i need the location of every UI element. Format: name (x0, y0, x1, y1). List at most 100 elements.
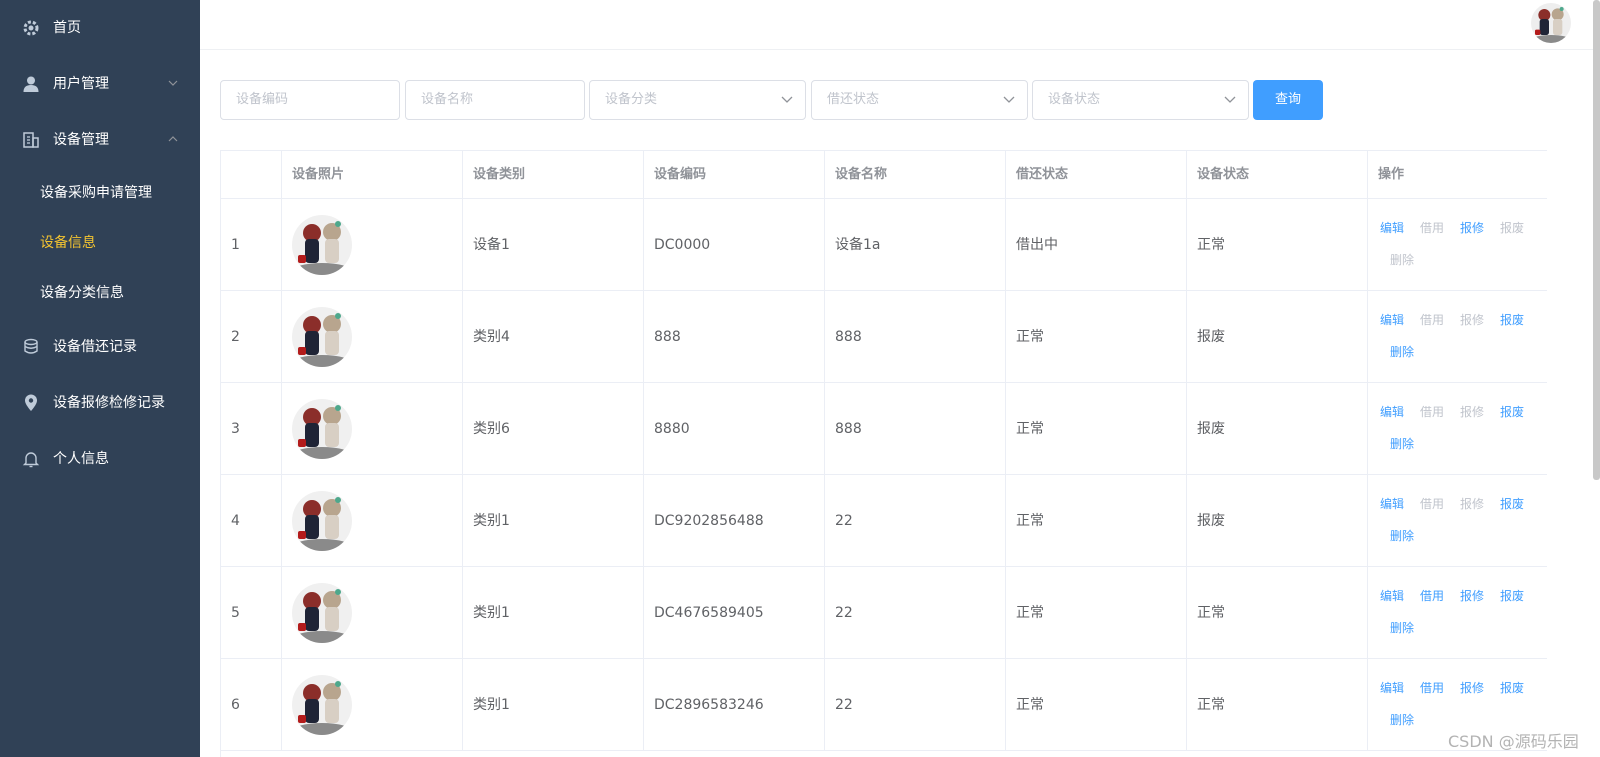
action-link[interactable]: 报废 (1500, 495, 1524, 513)
action-link[interactable]: 删除 (1390, 619, 1414, 637)
sidebar-subitem-device-info[interactable]: 设备信息 (0, 218, 200, 268)
search-button[interactable]: 查询 (1253, 80, 1323, 120)
action-link[interactable]: 报修 (1460, 587, 1484, 605)
building-icon (23, 132, 39, 148)
chevron-down-icon (781, 96, 793, 103)
table-cell-index: 6 (221, 659, 282, 751)
sidebar-item-label: 设备借还记录 (53, 339, 137, 355)
table-cell-name: 设备1a (825, 199, 1006, 291)
action-link[interactable]: 借用 (1420, 403, 1444, 421)
chevron-down-icon (1003, 96, 1015, 103)
action-link[interactable]: 报废 (1500, 311, 1524, 329)
watermark: CSDN @源码乐园 (1448, 732, 1579, 751)
action-link[interactable]: 编辑 (1380, 495, 1404, 513)
cell-text: 报废 (1197, 329, 1225, 345)
action-link[interactable]: 删除 (1390, 343, 1414, 361)
table-cell-index: 1 (221, 199, 282, 291)
table-cell-index: 3 (221, 383, 282, 475)
action-link[interactable]: 报修 (1460, 495, 1484, 513)
table-cell-photo (282, 475, 463, 567)
column-header-name: 设备名称 (825, 151, 1006, 199)
sidebar-item-home[interactable]: 首页 (0, 0, 200, 56)
device-category-select[interactable]: 设备分类 (589, 80, 806, 120)
chevron-down-icon (1224, 96, 1236, 103)
table-cell-category: 类别6 (463, 383, 644, 475)
device-code-input[interactable]: 设备编码 (220, 80, 400, 120)
cell-text: 类别4 (473, 329, 510, 345)
table-cell-code: 888 (644, 291, 825, 383)
sidebar-item-repair-records[interactable]: 设备报修检修记录 (0, 375, 200, 431)
action-link[interactable]: 借用 (1420, 311, 1444, 329)
action-link[interactable]: 删除 (1390, 435, 1414, 453)
header-text: 设备编码 (654, 167, 707, 182)
table-cell-borrow-status: 正常 (1006, 475, 1187, 567)
action-link[interactable]: 借用 (1420, 219, 1444, 237)
table-cell-name: 888 (825, 383, 1006, 475)
table-cell-code: DC4676589405 (644, 567, 825, 659)
sidebar-item-profile[interactable]: 个人信息 (0, 431, 200, 487)
table-cell-index: 4 (221, 475, 282, 567)
sidebar-item-label: 首页 (53, 20, 81, 36)
table-cell-code: DC9202856488 (644, 475, 825, 567)
action-link[interactable]: 借用 (1420, 679, 1444, 697)
table-cell-photo (282, 291, 463, 383)
sidebar-item-device-management[interactable]: 设备管理 (0, 112, 200, 168)
column-header-code: 设备编码 (644, 151, 825, 199)
action-link[interactable]: 报修 (1460, 679, 1484, 697)
device-status-select[interactable]: 设备状态 (1032, 80, 1249, 120)
sidebar-item-user-management[interactable]: 用户管理 (0, 56, 200, 112)
action-link[interactable]: 报废 (1500, 219, 1524, 237)
chevron-down-icon (168, 80, 178, 86)
borrow-status-select[interactable]: 借还状态 (811, 80, 1028, 120)
action-link[interactable]: 编辑 (1380, 311, 1404, 329)
action-link[interactable]: 编辑 (1380, 219, 1404, 237)
sidebar-item-borrow-records[interactable]: 设备借还记录 (0, 319, 200, 375)
cell-text: DC2896583246 (654, 697, 764, 713)
device-name-input[interactable]: 设备名称 (405, 80, 585, 120)
chevron-up-icon (168, 136, 178, 142)
action-link[interactable]: 报废 (1500, 679, 1524, 697)
action-link[interactable]: 报修 (1460, 311, 1484, 329)
table-cell-category: 类别1 (463, 659, 644, 751)
action-link[interactable]: 借用 (1420, 587, 1444, 605)
header-text: 借还状态 (1016, 167, 1069, 182)
device-code-placeholder: 设备编码 (236, 92, 289, 107)
device-photo[interactable] (292, 215, 352, 275)
column-header-category: 设备类别 (463, 151, 644, 199)
sidebar-item-label: 设备报修检修记录 (53, 395, 165, 411)
action-link[interactable]: 借用 (1420, 495, 1444, 513)
action-link[interactable]: 编辑 (1380, 679, 1404, 697)
cell-text: 类别1 (473, 513, 510, 529)
action-link[interactable]: 删除 (1390, 251, 1414, 269)
cell-text: 正常 (1197, 605, 1225, 621)
cell-text: 1 (231, 237, 240, 253)
table-cell-index: 5 (221, 567, 282, 659)
avatar[interactable] (1531, 3, 1571, 43)
action-link[interactable]: 编辑 (1380, 587, 1404, 605)
cell-text: DC9202856488 (654, 513, 764, 529)
table-cell-photo (282, 383, 463, 475)
action-link[interactable]: 编辑 (1380, 403, 1404, 421)
device-photo[interactable] (292, 583, 352, 643)
cell-text: 22 (835, 605, 853, 621)
action-link[interactable]: 报修 (1460, 219, 1484, 237)
action-link[interactable]: 删除 (1390, 527, 1414, 545)
borrow-status-placeholder: 借还状态 (827, 92, 880, 107)
sidebar-subitem-category[interactable]: 设备分类信息 (0, 268, 200, 318)
action-link[interactable]: 删除 (1390, 711, 1414, 729)
vertical-scrollbar[interactable] (1593, 0, 1600, 480)
table-cell-index: 2 (221, 291, 282, 383)
device-table: 设备照片 设备类别 设备编码 设备名称 借还状态 设备状态 操作 1 设备1 DC0… (220, 150, 1547, 757)
device-photo[interactable] (292, 399, 352, 459)
action-link[interactable]: 报废 (1500, 587, 1524, 605)
device-photo[interactable] (292, 491, 352, 551)
device-photo[interactable] (292, 307, 352, 367)
sidebar-subitem-purchase[interactable]: 设备采购申请管理 (0, 168, 200, 218)
device-photo[interactable] (292, 675, 352, 735)
table-cell-device-status: 正常 (1187, 567, 1368, 659)
action-link[interactable]: 报修 (1460, 403, 1484, 421)
cell-text: 888 (835, 329, 862, 345)
action-link[interactable]: 报废 (1500, 403, 1524, 421)
table-cell-photo (282, 659, 463, 751)
cell-text: 类别6 (473, 421, 510, 437)
